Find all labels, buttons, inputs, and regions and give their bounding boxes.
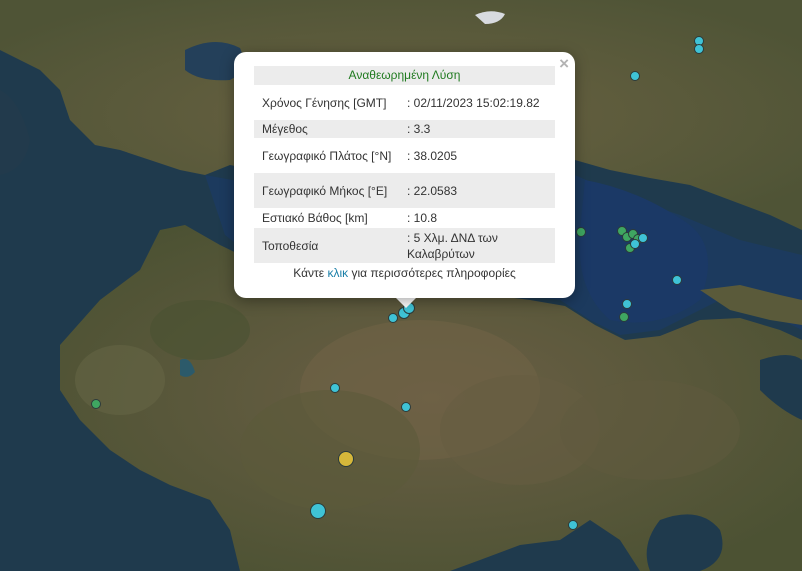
earthquake-marker[interactable] <box>401 402 411 412</box>
more-info-prefix: Κάντε <box>293 266 325 280</box>
more-info-link[interactable]: κλικ <box>327 266 348 280</box>
info-label: Γεωγραφικό Μήκος [°E] <box>254 173 399 208</box>
info-value: : 5 Χλμ. ΔΝΔ των Καλαβρύτων <box>399 228 555 263</box>
info-label: Τοποθεσία <box>254 228 399 263</box>
info-row: Τοποθεσία : 5 Χλμ. ΔΝΔ των Καλαβρύτων <box>254 228 555 263</box>
info-value: : 02/11/2023 15:02:19.82 <box>407 95 540 110</box>
info-row: Χρόνος Γένησης [GMT] : 02/11/2023 15:02:… <box>254 85 555 120</box>
info-value: : 10.8 <box>407 211 438 225</box>
earthquake-marker[interactable] <box>568 520 578 530</box>
more-info-line: Κάντε κλικ για περισσότερες πληροφορίες <box>254 266 555 280</box>
earthquake-marker[interactable] <box>330 383 340 393</box>
earthquake-marker[interactable] <box>338 451 354 467</box>
info-value: : 38.0205 <box>407 148 458 163</box>
info-value: : 22.0583 <box>399 173 555 208</box>
info-label: Μέγεθος <box>254 120 399 138</box>
earthquake-marker[interactable] <box>630 239 640 249</box>
earthquake-marker[interactable] <box>622 299 632 309</box>
earthquake-marker[interactable] <box>310 503 326 519</box>
close-icon[interactable]: × <box>559 55 569 73</box>
earthquake-marker[interactable] <box>388 313 398 323</box>
earthquake-marker[interactable] <box>630 71 640 81</box>
earthquake-marker[interactable] <box>91 399 101 409</box>
info-table: Χρόνος Γένησης [GMT] : 02/11/2023 15:02:… <box>254 85 555 263</box>
info-row: Γεωγραφικό Πλάτος [°N] : 38.0205 <box>254 138 555 173</box>
info-label: Χρόνος Γένησης [GMT] <box>262 95 387 110</box>
more-info-suffix: για περισσότερες πληροφορίες <box>351 266 516 280</box>
earthquake-marker[interactable] <box>694 44 704 54</box>
earthquake-marker[interactable] <box>672 275 682 285</box>
info-value: : 3.3 <box>399 120 555 138</box>
info-row: Γεωγραφικό Μήκος [°E] : 22.0583 <box>254 173 555 208</box>
info-row: Εστιακό Βάθος [km] : 10.8 <box>254 208 555 228</box>
earthquake-marker[interactable] <box>619 312 629 322</box>
earthquake-info-popup: × Αναθεωρημένη Λύση Χρόνος Γένησης [GMT]… <box>234 52 575 298</box>
info-label: Εστιακό Βάθος [km] <box>262 211 368 225</box>
info-label: Γεωγραφικό Πλάτος [°N] <box>262 148 392 163</box>
earthquake-marker[interactable] <box>576 227 586 237</box>
popup-title: Αναθεωρημένη Λύση <box>254 66 555 85</box>
info-row: Μέγεθος : 3.3 <box>254 120 555 138</box>
